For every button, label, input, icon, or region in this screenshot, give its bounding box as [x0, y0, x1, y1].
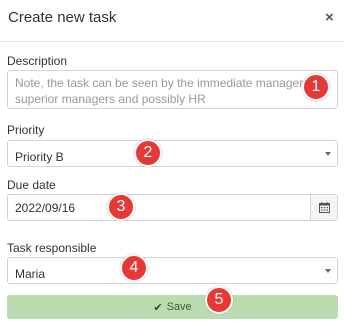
responsible-label: Task responsible [7, 241, 97, 255]
due-date-label: Due date [7, 178, 56, 192]
annotation-badge-3: 3 [107, 193, 135, 221]
save-button-label: Save [166, 301, 192, 313]
annotation-badge-4: 4 [120, 254, 148, 282]
annotation-badge-5: 5 [205, 286, 233, 314]
chevron-down-icon [325, 152, 331, 156]
chevron-down-icon [325, 269, 331, 273]
header-divider [0, 41, 344, 42]
close-icon[interactable]: × [325, 10, 334, 26]
calendar-icon [318, 202, 330, 213]
annotation-badge-1: 1 [302, 73, 330, 101]
responsible-select[interactable]: Maria [7, 257, 338, 284]
due-date-input[interactable] [7, 194, 310, 221]
responsible-selected-value: Maria [15, 267, 46, 281]
description-label: Description [7, 54, 68, 68]
priority-label: Priority [7, 123, 45, 137]
checkmark-icon: ✔ [153, 301, 163, 314]
calendar-button[interactable] [310, 194, 338, 221]
description-field[interactable] [7, 70, 338, 109]
annotation-badge-2: 2 [134, 139, 162, 167]
save-button[interactable]: ✔ Save [7, 295, 338, 319]
priority-select[interactable]: Priority B [7, 140, 338, 167]
dialog-title: Create new task [8, 9, 117, 26]
priority-selected-value: Priority B [15, 150, 64, 164]
